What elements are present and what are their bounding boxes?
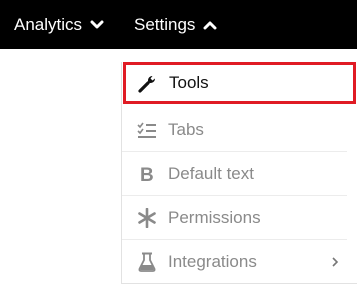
menu-item-tools[interactable]: Tools [123,62,356,104]
chevron-down-icon [90,20,104,30]
menu-item-permissions[interactable]: Permissions [122,196,347,240]
menu-item-label: Integrations [168,252,257,271]
flask-icon [136,251,158,273]
settings-dropdown-menu: Tools Tabs B Default text Permissions In… [121,62,357,284]
wrench-icon [137,72,159,94]
asterisk-icon [136,207,158,229]
menu-item-default-text[interactable]: B Default text [122,152,347,196]
menu-item-label: Tools [169,73,209,92]
checklist-icon [136,119,158,141]
analytics-menu-button[interactable]: Analytics [14,0,104,49]
analytics-label: Analytics [14,14,83,34]
menu-item-tabs[interactable]: Tabs [122,108,347,152]
bold-b-icon: B [136,163,158,185]
menu-item-integrations[interactable]: Integrations [122,240,347,284]
menu-item-label: Tabs [168,119,204,139]
menu-item-label: Default text [168,163,254,183]
chevron-up-icon [203,20,217,30]
settings-label: Settings [134,14,196,34]
menu-item-label: Permissions [168,207,261,227]
settings-menu-button[interactable]: Settings [134,0,217,49]
svg-text:B: B [140,165,154,183]
chevron-right-icon [331,256,339,268]
top-navbar: Analytics Settings [0,0,357,49]
